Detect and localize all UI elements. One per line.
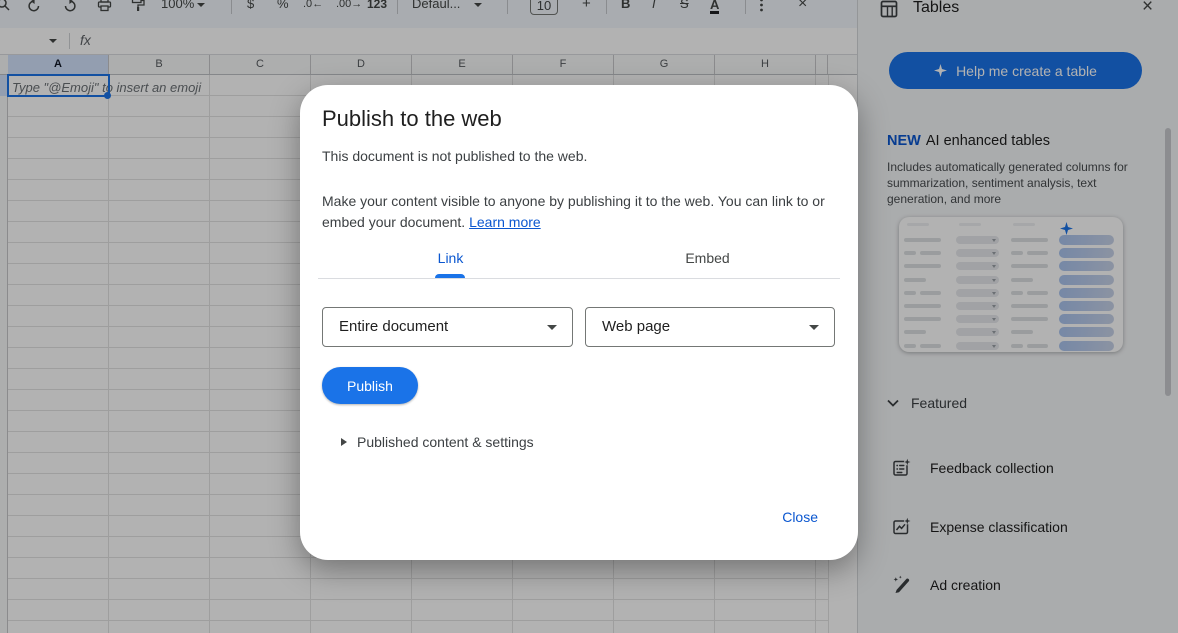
publish-scope-select[interactable]: Entire document xyxy=(322,307,573,347)
dialog-title: Publish to the web xyxy=(322,106,502,132)
publish-status-text: This document is not published to the we… xyxy=(322,148,587,164)
tabs-divider xyxy=(318,278,840,279)
learn-more-link[interactable]: Learn more xyxy=(469,214,541,230)
dialog-tabs: Link Embed xyxy=(322,243,836,277)
description-text: Make your content visible to anyone by p… xyxy=(322,193,825,230)
close-dialog-button[interactable]: Close xyxy=(782,509,818,525)
published-content-settings-toggle[interactable]: Published content & settings xyxy=(341,434,534,450)
chevron-down-icon xyxy=(809,325,819,330)
settings-label: Published content & settings xyxy=(357,434,534,450)
publish-description: Make your content visible to anyone by p… xyxy=(322,191,827,232)
publish-to-web-dialog: Publish to the web This document is not … xyxy=(300,85,858,560)
publish-button[interactable]: Publish xyxy=(322,367,418,404)
format-value: Web page xyxy=(602,318,670,335)
disclosure-arrow-icon xyxy=(341,438,347,446)
chevron-down-icon xyxy=(547,325,557,330)
publish-format-select[interactable]: Web page xyxy=(585,307,835,347)
tab-embed[interactable]: Embed xyxy=(579,243,836,277)
tab-link[interactable]: Link xyxy=(322,243,579,277)
scope-value: Entire document xyxy=(339,318,448,335)
